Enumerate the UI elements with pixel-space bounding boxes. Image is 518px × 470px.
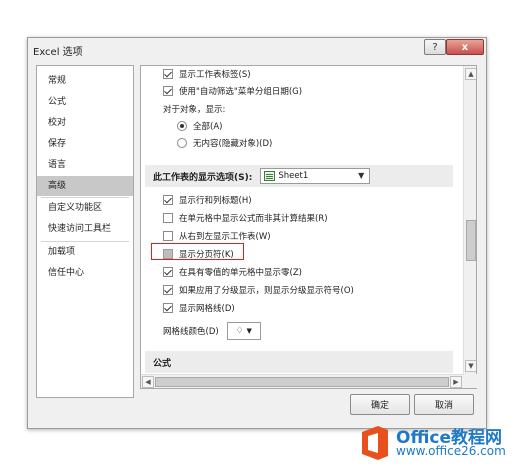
office-logo-icon [362,426,388,460]
excel-options-dialog: Excel 选项 ? x 常规 公式 校对 保存 语言 高级 自定义功能区 快速… [27,37,487,429]
option-label: 在具有零值的单元格中显示零(Z) [179,268,302,278]
watermark: Office教程网 www.office26.com [356,420,518,470]
gridline-color-button[interactable]: ♢ ▼ [226,322,261,340]
radio-show-nothing[interactable]: 无内容(隐藏对象)(D) [177,136,272,150]
option-show-row-col-headers[interactable]: 显示行和列标题(H) [163,193,252,207]
formulas-section-header: 公式 [145,351,453,373]
sidebar-item-save[interactable]: 保存 [37,134,133,154]
sidebar-item-trust-center[interactable]: 信任中心 [37,263,133,283]
radio-selected[interactable] [177,121,187,131]
option-label: 显示工作表标签(S) [179,70,251,80]
checkbox-checked[interactable] [163,303,173,313]
sidebar-item-quick-access-toolbar[interactable]: 快速访问工具栏 [37,219,133,239]
checkbox-unchecked[interactable] [163,231,173,241]
option-label: 使用"自动筛选"菜单分组日期(G) [179,87,303,97]
section-title: 此工作表的显示选项(S): [153,172,253,183]
scroll-right-icon[interactable]: ▶ [450,376,462,388]
sidebar-nav: 常规 公式 校对 保存 语言 高级 自定义功能区 快速访问工具栏 加载项 信任中… [36,65,134,398]
option-label: 显示网格线(D) [179,304,235,314]
checkbox-checked[interactable] [163,69,173,79]
sheet-options-section-header: 此工作表的显示选项(S): Sheet1 ▼ [145,165,453,187]
option-label: 从右到左显示工作表(W) [179,232,271,242]
horizontal-scrollbar[interactable]: ◀ ▶ [141,374,463,388]
sheet-select-dropdown[interactable]: Sheet1 ▼ [260,168,371,184]
chevron-down-icon: ▼ [358,171,365,180]
option-label: 显示行和列标题(H) [179,196,252,206]
scroll-down-icon[interactable]: ▼ [465,360,476,372]
scroll-up-icon[interactable]: ▲ [465,68,476,80]
option-show-gridlines[interactable]: 显示网格线(D) [163,301,235,315]
radio-unselected[interactable] [177,138,187,148]
objects-display-label: 对于对象，显示: [163,105,226,115]
paint-bucket-icon: ♢ [235,326,244,336]
chevron-down-icon: ▼ [246,327,252,335]
sidebar-item-language[interactable]: 语言 [37,155,133,175]
checkbox-checked[interactable] [163,267,173,277]
option-show-formulas[interactable]: 在单元格中显示公式而非其计算结果(R) [163,211,328,225]
scroll-thumb[interactable] [155,377,449,387]
sidebar-item-advanced[interactable]: 高级 [37,176,133,196]
watermark-url: www.office26.com [396,444,506,458]
help-button[interactable]: ? [424,39,446,55]
section-title: 公式 [153,358,172,369]
checkbox-checked[interactable] [163,285,173,295]
option-label: 无内容(隐藏对象)(D) [193,139,273,149]
option-right-to-left[interactable]: 从右到左显示工作表(W) [163,229,271,243]
option-group-dates[interactable]: 使用"自动筛选"菜单分组日期(G) [163,84,302,98]
checkbox-unchecked[interactable] [163,213,173,223]
option-label: 如果应用了分级显示，则显示分级显示符号(O) [179,286,354,296]
options-content-panel: 显示工作表标签(S) 使用"自动筛选"菜单分组日期(G) 对于对象，显示: 全部… [140,65,477,389]
option-show-sheet-tabs[interactable]: 显示工作表标签(S) [163,67,251,81]
selected-sheet: Sheet1 [278,171,309,181]
scroll-thumb[interactable] [466,220,476,261]
sidebar-item-proofing[interactable]: 校对 [37,113,133,133]
sidebar-item-customize-ribbon[interactable]: 自定义功能区 [37,198,133,218]
sidebar-item-add-ins[interactable]: 加载项 [37,242,133,262]
window-title: Excel 选项 [33,47,83,58]
gridline-color-label: 网格线颜色(D) [163,327,219,337]
vertical-scrollbar[interactable]: ▲ ▼ [463,66,476,388]
option-label: 在单元格中显示公式而非其计算结果(R) [179,214,328,224]
checkbox-checked[interactable] [163,86,173,96]
option-label: 全部(A) [193,122,223,132]
option-show-outline-symbols[interactable]: 如果应用了分级显示，则显示分级显示符号(O) [163,283,354,297]
worksheet-icon [264,171,276,181]
option-show-zero[interactable]: 在具有零值的单元格中显示零(Z) [163,265,302,279]
checkbox-checked[interactable] [163,195,173,205]
close-button[interactable]: x [446,39,484,55]
scroll-corner [463,374,477,388]
scroll-left-icon[interactable]: ◀ [142,376,154,388]
cancel-button[interactable]: 取消 [414,394,474,415]
highlight-box [151,243,244,260]
title-bar: Excel 选项 ? x [28,38,486,60]
radio-show-all[interactable]: 全部(A) [177,119,222,133]
ok-button[interactable]: 确定 [350,394,410,415]
sidebar-item-general[interactable]: 常规 [37,71,133,91]
gridline-color-row: 网格线颜色(D) ♢ ▼ [163,321,261,341]
sidebar-item-formulas[interactable]: 公式 [37,92,133,112]
